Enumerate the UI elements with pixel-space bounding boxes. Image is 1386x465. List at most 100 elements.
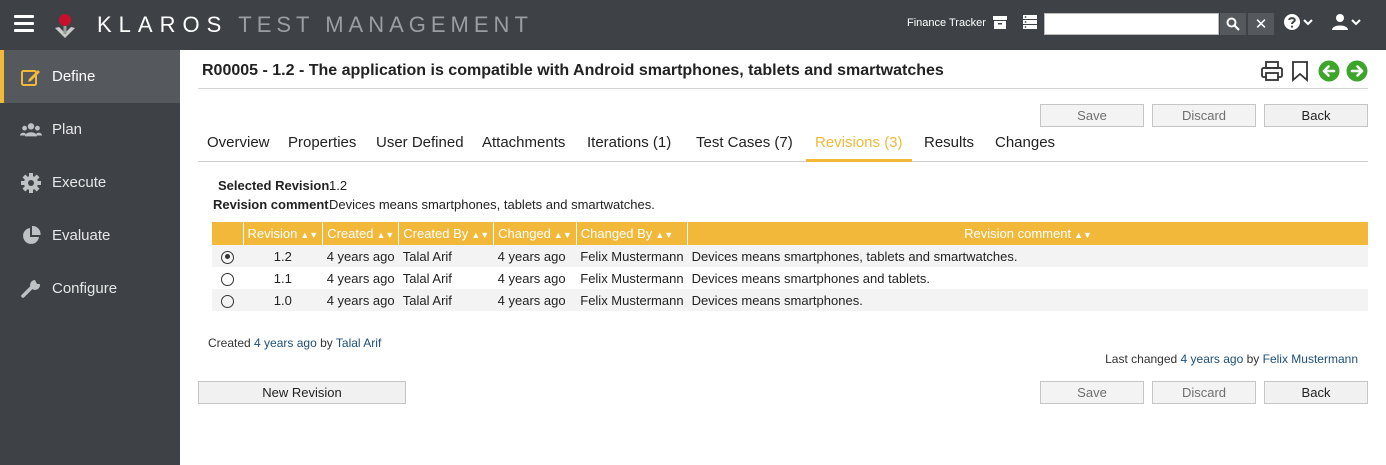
column-header-created[interactable]: Created ▲▼ (322, 222, 400, 245)
cell-revision: 1.0 (243, 289, 323, 311)
column-header-changed-by[interactable]: Changed By ▲▼ (576, 222, 689, 245)
table-row[interactable]: 1.1 4 years ago Talal Arif 4 years ago F… (212, 267, 1368, 289)
bookmark-icon[interactable] (1290, 60, 1310, 82)
cell-revision: 1.1 (273, 270, 292, 286)
revision-radio[interactable] (221, 250, 234, 264)
back-button-top[interactable]: Back (1264, 104, 1368, 127)
sort-icon: ▲▼ (655, 230, 674, 240)
tab-bar: Overview Properties User Defined Attachm… (198, 134, 1368, 162)
created-info: Created 4 years ago by Talal Arif (208, 336, 381, 350)
clear-search-button[interactable]: ✕ (1248, 13, 1274, 35)
search-input[interactable] (1044, 13, 1219, 35)
tab-results[interactable]: Results (915, 134, 983, 162)
revision-comment-value: Devices means smartphones, tablets and s… (329, 197, 655, 212)
column-header-revision[interactable]: Revision ▲▼ (243, 222, 324, 245)
sidebar-item-define[interactable]: Define (0, 50, 180, 103)
page-title: R00005 - 1.2 - The application is compat… (202, 62, 944, 79)
user-icon (1332, 14, 1348, 30)
created-when-link[interactable]: 4 years ago (254, 336, 317, 350)
klaros-logo (55, 14, 75, 38)
cell-revision: 1.2 (243, 245, 323, 267)
selected-revision-label: Selected Revision (218, 178, 330, 193)
tab-iterations[interactable]: Iterations (1) (578, 134, 680, 162)
print-icon[interactable] (1260, 60, 1284, 82)
cell-created: 4 years ago (322, 289, 399, 311)
changed-prefix: Last changed (1105, 352, 1178, 366)
changed-info: Last changed 4 years ago by Felix Muster… (1105, 352, 1358, 366)
revision-comment-label: Revision comment (213, 197, 329, 212)
created-by-link[interactable]: Talal Arif (336, 336, 381, 350)
tab-overview[interactable]: Overview (198, 134, 279, 162)
sidebar-item-configure[interactable]: Configure (0, 262, 180, 315)
project-name[interactable]: Finance Tracker (907, 17, 986, 29)
chevron-down-icon (1351, 19, 1361, 26)
close-icon: ✕ (1254, 16, 1268, 33)
discard-button-top[interactable]: Discard (1152, 104, 1256, 127)
changed-when-link[interactable]: 4 years ago (1181, 352, 1244, 366)
cell-created: 4 years ago (326, 270, 395, 286)
revision-radio[interactable] (221, 272, 234, 286)
sidebar: Define Plan Execute Evaluate Configure (0, 50, 180, 465)
select-column-header (212, 222, 244, 245)
cell-comment: Devices means smartphones, tablets and s… (687, 245, 1368, 267)
table-row[interactable]: 1.0 4 years ago Talal Arif 4 years ago F… (212, 289, 1368, 311)
tab-properties[interactable]: Properties (279, 134, 365, 162)
sort-icon: ▲▼ (376, 230, 395, 240)
gear-icon (20, 172, 42, 194)
by-text: by (1246, 352, 1260, 366)
cell-changed: 4 years ago (497, 270, 566, 286)
archive-icon[interactable] (992, 14, 1008, 30)
server-icon[interactable] (1022, 14, 1038, 30)
back-button-bottom[interactable]: Back (1264, 381, 1368, 404)
save-button-bottom[interactable]: Save (1040, 381, 1144, 404)
cell-changed-by: Felix Mustermann (576, 245, 688, 267)
column-header-revision-comment[interactable]: Revision comment ▲▼ (687, 222, 1368, 245)
table-header-row: Revision ▲▼ Created ▲▼ Created By ▲▼ Change… (212, 222, 1368, 245)
sort-icon: ▲▼ (1074, 230, 1092, 240)
header-label: Created (327, 226, 374, 241)
header-label: Revision (247, 226, 298, 241)
by-text: by (320, 336, 333, 350)
arrow-right-icon[interactable] (1346, 60, 1368, 82)
sidebar-item-label: Configure (52, 280, 118, 297)
header-label: Created By (403, 226, 469, 241)
sort-icon: ▲▼ (471, 230, 490, 240)
cell-created-by: Talal Arif (398, 245, 494, 267)
tab-revisions[interactable]: Revisions (3) (806, 134, 912, 162)
sidebar-item-label: Define (52, 68, 96, 85)
column-header-created-by[interactable]: Created By ▲▼ (398, 222, 495, 245)
cell-created-by: Talal Arif (398, 289, 494, 311)
revision-radio[interactable] (221, 294, 234, 308)
search-button[interactable] (1220, 13, 1246, 35)
changed-by-link[interactable]: Felix Mustermann (1263, 352, 1358, 366)
brand-title: KLAROS TEST MANAGEMENT (97, 12, 533, 38)
help-menu[interactable] (1283, 13, 1313, 31)
table-row[interactable]: 1.2 4 years ago Talal Arif 4 years ago F… (212, 245, 1368, 267)
cell-comment: Devices means smartphones. (687, 289, 1368, 311)
sort-icon: ▲▼ (553, 230, 572, 240)
brand-sub: TEST MANAGEMENT (238, 12, 533, 37)
sort-icon: ▲▼ (300, 230, 319, 240)
tab-attachments[interactable]: Attachments (473, 134, 574, 162)
new-revision-button[interactable]: New Revision (198, 381, 406, 404)
hamburger-menu-icon[interactable] (14, 15, 34, 33)
sidebar-item-execute[interactable]: Execute (0, 156, 180, 209)
title-divider (198, 88, 1368, 89)
chevron-down-icon (1303, 19, 1313, 26)
sidebar-item-label: Evaluate (52, 227, 111, 244)
cell-created: 4 years ago (322, 245, 399, 267)
pie-chart-icon (20, 225, 42, 247)
user-menu[interactable] (1331, 13, 1361, 31)
tab-test-cases[interactable]: Test Cases (7) (687, 134, 802, 162)
arrow-left-icon[interactable] (1318, 60, 1340, 82)
discard-button-bottom[interactable]: Discard (1152, 381, 1256, 404)
tab-changes[interactable]: Changes (986, 134, 1064, 162)
sidebar-item-evaluate[interactable]: Evaluate (0, 209, 180, 262)
sidebar-item-label: Plan (52, 121, 83, 138)
cell-created-by: Talal Arif (402, 270, 452, 286)
tab-user-defined[interactable]: User Defined (367, 134, 473, 162)
cell-changed: 4 years ago (493, 289, 577, 311)
sidebar-item-plan[interactable]: Plan (0, 103, 180, 156)
save-button-top[interactable]: Save (1040, 104, 1144, 127)
column-header-changed[interactable]: Changed ▲▼ (493, 222, 577, 245)
